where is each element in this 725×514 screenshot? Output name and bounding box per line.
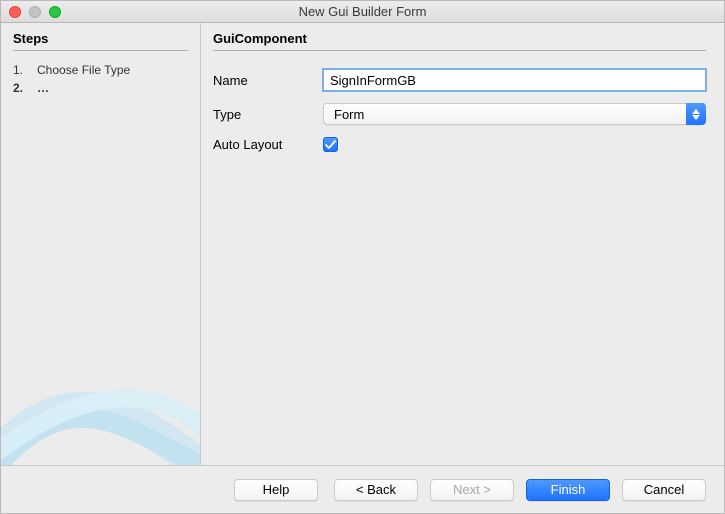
decorative-swoosh — [1, 325, 201, 465]
next-button-label: Next > — [453, 482, 491, 497]
auto-layout-cell — [323, 137, 706, 152]
window-title: New Gui Builder Form — [1, 4, 724, 19]
window-controls — [9, 6, 61, 18]
cancel-button-label: Cancel — [644, 482, 684, 497]
step-number: 1. — [13, 61, 27, 79]
titlebar: New Gui Builder Form — [1, 1, 724, 23]
columns: Steps 1. Choose File Type 2. … — [1, 23, 724, 465]
check-icon — [325, 140, 336, 150]
finish-button[interactable]: Finish — [526, 479, 610, 501]
zoom-icon[interactable] — [49, 6, 61, 18]
step-item: 1. Choose File Type — [13, 61, 188, 79]
auto-layout-checkbox[interactable] — [323, 137, 338, 152]
dialog-window: New Gui Builder Form Steps 1. Choose Fil… — [0, 0, 725, 514]
back-button[interactable]: < Back — [334, 479, 418, 501]
cancel-button[interactable]: Cancel — [622, 479, 706, 501]
step-item: 2. … — [13, 79, 188, 97]
minimize-icon — [29, 6, 41, 18]
step-number: 2. — [13, 79, 27, 97]
steps-sidebar: Steps 1. Choose File Type 2. … — [1, 23, 201, 465]
steps-heading: Steps — [13, 31, 188, 46]
help-button[interactable]: Help — [234, 479, 318, 501]
panel-heading: GuiComponent — [213, 31, 706, 46]
step-label: Choose File Type — [37, 61, 130, 79]
main-panel: GuiComponent Name Type Form Auto Layout — [201, 23, 724, 465]
form-grid: Name Type Form Auto Layout — [213, 69, 706, 152]
type-select[interactable]: Form — [323, 103, 706, 125]
type-label: Type — [213, 107, 323, 122]
back-button-label: < Back — [356, 482, 396, 497]
steps-divider — [13, 50, 188, 51]
dialog-content: Steps 1. Choose File Type 2. … — [1, 23, 724, 513]
chevron-up-down-icon — [686, 103, 706, 125]
auto-layout-label: Auto Layout — [213, 137, 323, 152]
finish-button-label: Finish — [551, 482, 586, 497]
close-icon[interactable] — [9, 6, 21, 18]
name-input[interactable] — [323, 69, 706, 91]
type-select-value: Form — [323, 103, 706, 125]
panel-divider — [213, 50, 706, 51]
help-button-label: Help — [263, 482, 290, 497]
steps-list: 1. Choose File Type 2. … — [13, 61, 188, 97]
next-button: Next > — [430, 479, 514, 501]
name-label: Name — [213, 73, 323, 88]
footer: Help < Back Next > Finish Cancel — [1, 465, 724, 513]
step-label: … — [37, 79, 49, 97]
